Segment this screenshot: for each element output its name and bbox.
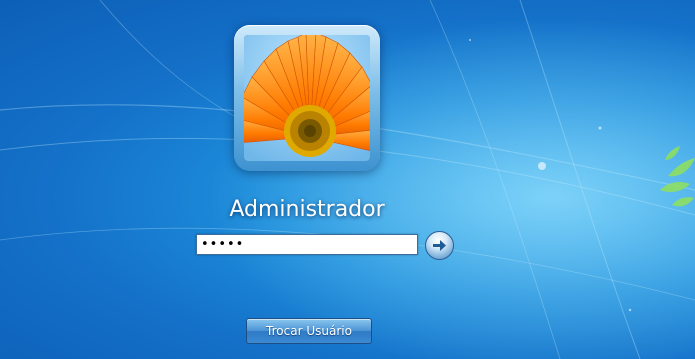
arrow-right-icon [433,240,446,251]
user-picture-frame [234,25,380,171]
username-label: Administrador [229,197,385,222]
switch-user-button[interactable]: Trocar Usuário [246,318,372,344]
orange-gerbera-flower-icon [244,35,370,161]
password-field[interactable] [196,234,418,255]
submit-button[interactable] [425,231,454,260]
